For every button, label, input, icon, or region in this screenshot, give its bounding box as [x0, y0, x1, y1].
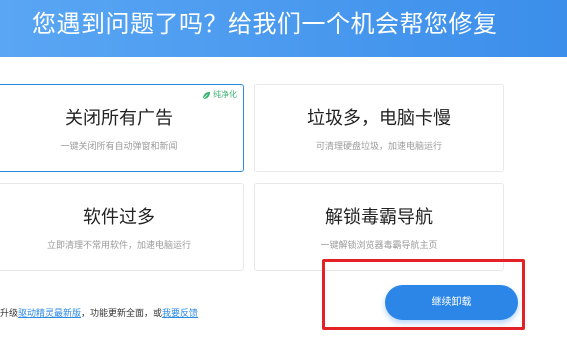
card-description: 立即清理不常用软件，加速电脑运行 [46, 241, 191, 251]
footer-prefix: 升级 [0, 309, 19, 319]
feedback-link[interactable]: 我要反馈 [162, 309, 198, 319]
option-card-unlock-navigation[interactable]: 解锁毒霸导航 一键解锁浏览器毒霸导航主页 [254, 183, 504, 271]
leaf-icon [202, 91, 211, 99]
footer-middle: ，功能更新全面，或 [81, 309, 163, 319]
driver-genius-link[interactable]: 驱动精灵最新版 [18, 309, 81, 319]
header-banner: 您遇到问题了吗？给我们一个机会帮您修复 [0, 0, 567, 57]
option-card-too-many-software[interactable]: 软件过多 立即清理不常用软件，加速电脑运行 [0, 183, 244, 271]
continue-uninstall-button[interactable]: 继续卸载 [385, 285, 518, 320]
uninstall-survey-page: 您遇到问题了吗？给我们一个机会帮您修复 纯净化 关闭所有广告 一键关闭所有自动弹… [0, 0, 567, 339]
pure-badge: 纯净化 [202, 89, 237, 101]
option-card-close-ads[interactable]: 纯净化 关闭所有广告 一键关闭所有自动弹窗和新闻 [0, 84, 244, 172]
card-description: 可清理硬盘垃圾，加速电脑运行 [315, 142, 442, 152]
card-title: 关闭所有广告 [65, 108, 173, 129]
card-description: 一键关闭所有自动弹窗和新闻 [60, 142, 178, 152]
pure-badge-label: 纯净化 [213, 90, 237, 99]
card-title: 垃圾多，电脑卡慢 [307, 108, 451, 129]
card-title: 软件过多 [83, 207, 155, 228]
footer-note: 升级驱动精灵最新版，功能更新全面，或我要反馈 [0, 308, 198, 320]
card-description: 一键解锁浏览器毒霸导航主页 [320, 241, 438, 251]
option-card-junk-slow[interactable]: 垃圾多，电脑卡慢 可清理硬盘垃圾，加速电脑运行 [254, 84, 504, 172]
card-title: 解锁毒霸导航 [325, 207, 433, 228]
page-title: 您遇到问题了吗？给我们一个机会帮您修复 [32, 10, 498, 38]
